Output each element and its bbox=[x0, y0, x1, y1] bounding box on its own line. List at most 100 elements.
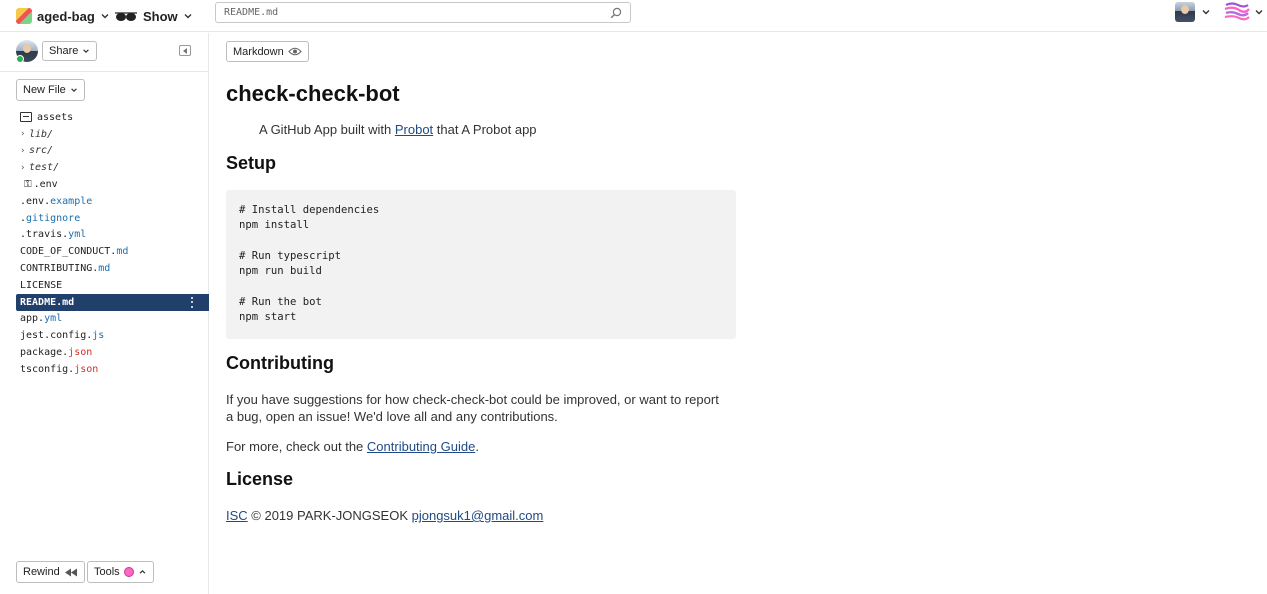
file-name: LICENSE bbox=[20, 279, 63, 291]
more-text-start: For more, check out the bbox=[226, 439, 367, 454]
file-item[interactable]: ⚿ .env bbox=[16, 176, 209, 193]
file-options-icon[interactable] bbox=[191, 296, 195, 308]
show-menu[interactable]: Show bbox=[114, 5, 193, 27]
file-name: CONTRIBUTING. bbox=[20, 263, 99, 275]
setup-code-block: # Install dependencies npm install # Run… bbox=[226, 190, 736, 339]
sidebar-header: Share bbox=[16, 40, 196, 64]
tools-status-icon bbox=[123, 567, 134, 577]
user-avatar bbox=[1175, 2, 1195, 22]
tagline-text-start: A GitHub App built with bbox=[259, 122, 395, 137]
file-name: .travis. bbox=[20, 229, 69, 241]
file-name: README. bbox=[20, 296, 63, 308]
license-heading: License bbox=[226, 469, 294, 489]
markdown-toggle-label: Markdown bbox=[233, 45, 284, 58]
file-tree: assets › lib/› src/› test/⚿ .env .env. example.… bbox=[16, 109, 209, 378]
tools-button-label: Tools bbox=[94, 566, 120, 578]
user-menu[interactable] bbox=[1175, 2, 1211, 22]
file-extension: example bbox=[50, 195, 93, 207]
file-name: tsconfig. bbox=[20, 363, 75, 375]
contributing-heading: Contributing bbox=[226, 353, 334, 373]
file-item[interactable]: assets bbox=[16, 109, 209, 126]
project-name: aged-bag bbox=[37, 8, 95, 24]
isc-license-link[interactable]: ISC bbox=[226, 508, 248, 523]
search-input-value: README.md bbox=[224, 7, 279, 18]
project-logo-icon bbox=[16, 8, 32, 24]
contributing-guide-paragraph: For more, check out the Contributing Gui… bbox=[226, 438, 726, 455]
chevron-down-icon bbox=[70, 88, 77, 93]
readme-title: check-check-bot bbox=[226, 81, 400, 106]
sunglasses-icon bbox=[115, 12, 137, 21]
sidebar: Share New File assets › lib/› src/› test/⚿ .e… bbox=[0, 33, 209, 594]
project-menu[interactable]: aged-bag bbox=[16, 5, 110, 27]
file-item[interactable]: .env. example bbox=[16, 193, 209, 210]
glitch-logo-icon bbox=[1224, 2, 1250, 21]
author-email-link[interactable]: pjongsuk1@gmail.com bbox=[412, 508, 544, 523]
file-name: assets bbox=[37, 111, 74, 123]
search-input[interactable]: README.md bbox=[215, 2, 631, 23]
file-name: .env. bbox=[20, 195, 51, 207]
share-button[interactable]: Share bbox=[42, 41, 98, 61]
chevron-up-icon bbox=[139, 569, 146, 574]
search-icon[interactable] bbox=[610, 7, 622, 19]
file-item[interactable]: jest.config. js bbox=[16, 327, 209, 344]
file-item[interactable]: CONTRIBUTING. md bbox=[16, 260, 209, 277]
tools-button[interactable]: Tools bbox=[87, 561, 154, 583]
file-extension: json bbox=[68, 347, 93, 359]
eye-icon bbox=[288, 47, 302, 56]
file-extension: md bbox=[62, 296, 75, 308]
markdown-toggle-button[interactable]: Markdown bbox=[226, 41, 309, 62]
file-item[interactable]: CODE_OF_CONDUCT. md bbox=[16, 243, 209, 260]
more-text-end: . bbox=[475, 439, 479, 454]
file-name: test/ bbox=[29, 162, 60, 174]
folder-item[interactable]: › lib/ bbox=[16, 126, 209, 143]
file-name: src/ bbox=[29, 145, 54, 157]
file-extension: json bbox=[74, 363, 99, 375]
file-item[interactable]: . gitignore bbox=[16, 210, 209, 227]
readme-preview: Markdown check-check-bot A GitHub App bu… bbox=[226, 33, 1256, 594]
file-name: jest.config. bbox=[20, 330, 93, 342]
file-item[interactable]: tsconfig. json bbox=[16, 361, 209, 378]
rewind-button-label: Rewind bbox=[23, 566, 60, 578]
file-name: CODE_OF_CONDUCT. bbox=[20, 246, 117, 258]
probot-link[interactable]: Probot bbox=[395, 122, 433, 137]
rewind-button[interactable]: Rewind bbox=[16, 561, 85, 583]
show-label: Show bbox=[143, 8, 178, 24]
share-button-label: Share bbox=[49, 45, 79, 57]
sidebar-divider bbox=[0, 71, 208, 72]
file-item[interactable]: package. json bbox=[16, 344, 209, 361]
tagline-text-end: that A Probot app bbox=[433, 122, 537, 137]
file-name: lib/ bbox=[29, 128, 54, 140]
chevron-right-icon[interactable]: › bbox=[20, 129, 28, 139]
top-bar: aged-bag Show README.md bbox=[0, 0, 1267, 32]
contributing-paragraph: If you have suggestions for how check-ch… bbox=[226, 392, 719, 424]
license-paragraph: ISC © 2019 PARK-JONGSEOK pjongsuk1@gmail… bbox=[226, 507, 726, 524]
chevron-down-icon bbox=[184, 14, 192, 19]
online-status-icon bbox=[16, 55, 24, 63]
file-extension: yml bbox=[68, 229, 87, 241]
rewind-icon bbox=[64, 568, 77, 576]
setup-heading: Setup bbox=[226, 153, 277, 173]
new-file-button-label: New File bbox=[23, 84, 66, 96]
collapse-sidebar-button[interactable] bbox=[179, 45, 191, 56]
file-name: app. bbox=[20, 313, 45, 325]
file-name: package. bbox=[20, 347, 69, 359]
license-text: © 2019 PARK-JONGSEOK bbox=[247, 508, 412, 523]
new-file-button[interactable]: New File bbox=[16, 79, 85, 101]
file-extension: yml bbox=[44, 313, 63, 325]
file-extension: gitignore bbox=[26, 212, 81, 224]
folder-item[interactable]: › src/ bbox=[16, 143, 209, 160]
file-extension: md bbox=[116, 246, 129, 258]
file-name: .env bbox=[33, 179, 58, 191]
glitch-menu[interactable] bbox=[1224, 2, 1264, 22]
chevron-down-icon bbox=[1255, 10, 1263, 15]
file-item[interactable]: LICENSE bbox=[16, 277, 209, 294]
folder-item[interactable]: › test/ bbox=[16, 159, 209, 176]
key-icon: ⚿ bbox=[24, 179, 32, 191]
chevron-right-icon[interactable]: › bbox=[20, 146, 28, 156]
file-item[interactable]: .travis. yml bbox=[16, 227, 209, 244]
file-item[interactable]: app. yml bbox=[16, 311, 209, 328]
collapse-arrow-icon bbox=[183, 47, 187, 54]
contributing-guide-link[interactable]: Contributing Guide bbox=[367, 439, 475, 454]
chevron-right-icon[interactable]: › bbox=[20, 163, 28, 173]
file-item[interactable]: README. md bbox=[16, 293, 209, 311]
